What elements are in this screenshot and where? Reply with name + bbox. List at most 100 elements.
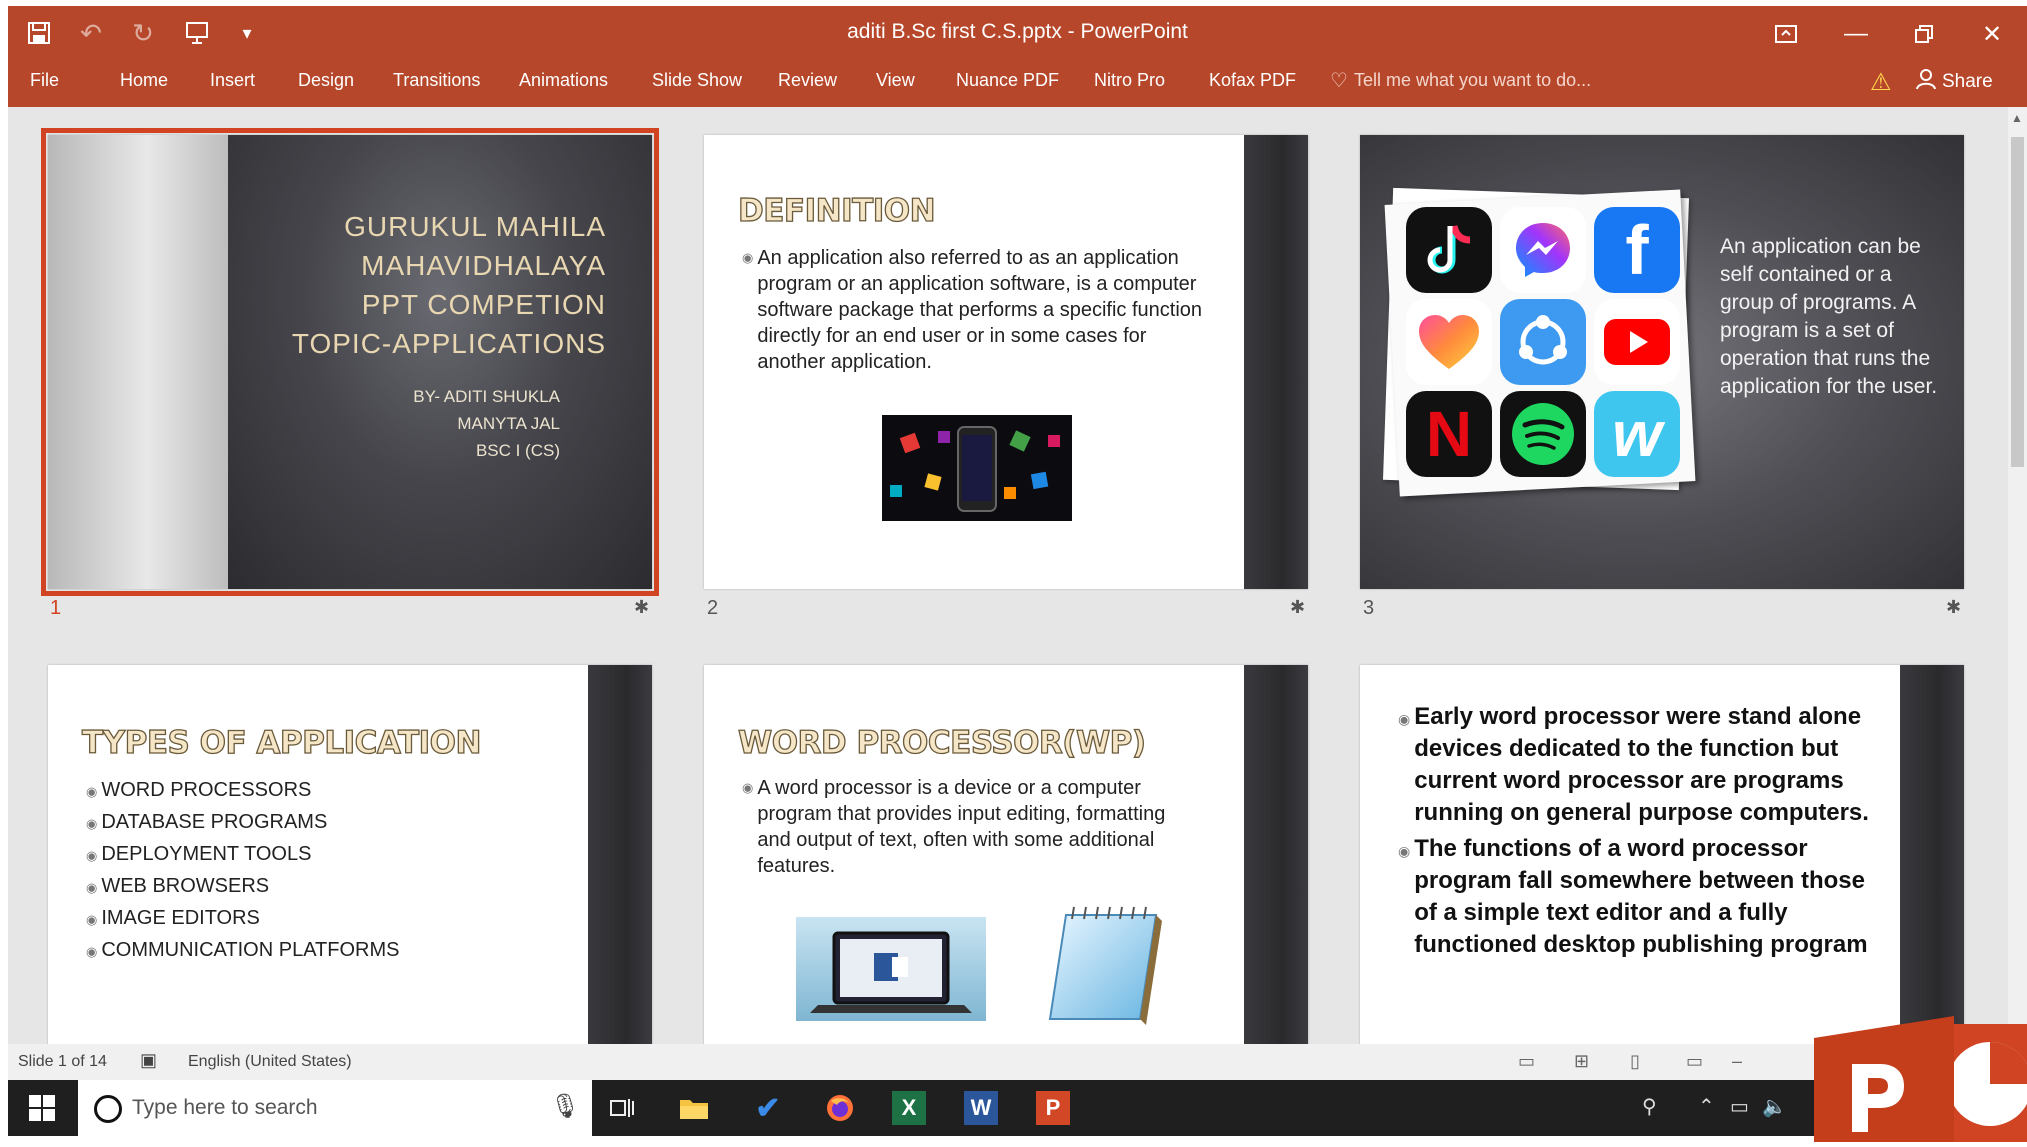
excel-icon[interactable]: X [892,1091,926,1125]
list-item: ◉ IMAGE EDITORS [86,903,400,935]
tab-view[interactable]: View [876,70,915,91]
slide-3-body: An application can be self contained or … [1720,235,1938,398]
slide-5-body: ◉ A word processor is a device or a comp… [742,775,1202,879]
bullet-icon: ◉ [86,848,98,863]
notepad-icon [1036,901,1172,1029]
microphone-icon[interactable]: 🎙 [550,1092,580,1121]
spell-check-icon[interactable]: ▣ [140,1050,157,1071]
slide-thumbnail-4[interactable]: TYPES OF APPLICATION ◉ WORD PROCESSORS ◉ D… [48,665,652,1044]
ribbon-display-options-icon[interactable] [1764,14,1808,54]
bullet-text: IMAGE EDITORS [101,907,260,929]
tab-nitro-pro[interactable]: Nitro Pro [1094,70,1165,91]
tab-transitions[interactable]: Transitions [393,70,480,91]
heart-app-icon [1406,299,1492,385]
share-button[interactable]: Share [1916,68,1993,96]
tab-kofax-pdf[interactable]: Kofax PDF [1209,70,1296,91]
tab-review[interactable]: Review [778,70,837,91]
bullet-icon: ◉ [86,816,98,831]
slide-1-title-line: MAHAVIDHALAYA [361,250,606,281]
bullet-icon: ◉ [86,784,98,799]
close-button[interactable]: ✕ [1970,14,2014,54]
warning-icon[interactable]: ⚠ [1870,68,1892,97]
youtube-icon [1594,299,1680,385]
file-explorer-icon[interactable] [674,1088,714,1128]
messenger-icon [1500,207,1586,293]
firefox-icon[interactable] [820,1088,860,1128]
list-item: ◉ WORD PROCESSORS [86,775,400,807]
slide-thumbnail-2[interactable]: DEFINITION ◉ An application also referre… [704,135,1308,589]
slide-thumbnail-1[interactable]: GURUKUL MAHILA MAHAVIDHALAYA PPT COMPETI… [41,128,659,596]
taskbar-search-box[interactable]: Type here to search 🎙 [78,1080,592,1136]
slide-1-title-line: TOPIC-APPLICATIONS [291,328,606,359]
slide-2-body-text: An application also referred to as an ap… [757,247,1203,373]
language-indicator[interactable]: English (United States) [188,1053,352,1071]
laptop-word-image [796,917,986,1021]
slide-number-3: 3 [1363,597,1375,619]
bullet-icon: ◉ [1398,843,1411,859]
slide-1-title-line: PPT COMPETION [361,289,606,320]
ribbon-tabs: File Home Insert Design Transitions Anim… [8,62,2027,107]
status-bar: Slide 1 of 14 ▣ English (United States) … [8,1044,2027,1080]
normal-view-icon[interactable]: ▭ [1518,1051,1540,1071]
word-icon[interactable]: W [964,1091,998,1125]
bullet-icon: ◉ [86,912,98,927]
slide-5-body-text: A word processor is a device or a comput… [757,777,1166,877]
paragraph-text: Early word processor were stand alone de… [1414,703,1869,826]
tab-slide-show[interactable]: Slide Show [652,70,742,91]
tab-home[interactable]: Home [120,70,168,91]
volume-icon[interactable]: 🔈 [1762,1094,1787,1119]
slide-thumbnail-6[interactable]: ◉ Early word processor were stand alone d… [1360,665,1964,1044]
scrollbar-thumb[interactable] [2011,137,2024,467]
tab-insert[interactable]: Insert [210,70,255,91]
vertical-scrollbar[interactable]: ▲ [2008,107,2027,1044]
cortana-icon [94,1095,122,1123]
zoom-out-icon[interactable]: – [1732,1051,1754,1071]
transition-star-icon[interactable]: ✱ [1290,597,1305,618]
todo-check-icon[interactable]: ✔ [748,1088,788,1128]
tab-design[interactable]: Design [298,70,354,91]
byline-line: BSC I (CS) [475,441,560,460]
tiktok-icon [1406,207,1492,293]
slide-2-title: DEFINITION [737,192,936,229]
search-placeholder: Type here to search [132,1096,318,1119]
byline-line: BY- ADITI SHUKLA [413,387,560,406]
slide-thumbnail-3[interactable]: f N w An application can be self contain… [1360,135,1964,589]
window-title: aditi B.Sc first C.S.pptx - PowerPoint [847,20,1188,43]
people-icon[interactable]: ⚲ [1642,1094,1657,1119]
list-item: ◉ The functions of a word processor progr… [1398,833,1878,961]
transition-star-icon[interactable]: ✱ [1946,597,1961,618]
scroll-up-icon[interactable]: ▲ [2011,111,2023,125]
windows-start-button[interactable] [14,1080,70,1136]
slide-sorter-view-icon[interactable]: ⊞ [1574,1051,1596,1071]
task-view-icon[interactable] [602,1088,642,1128]
bullet-text: WORD PROCESSORS [101,779,312,801]
show-hidden-icons-icon[interactable]: ⌃ [1698,1094,1715,1119]
slide-show-view-icon[interactable]: ▭ [1686,1051,1708,1071]
reading-view-icon[interactable]: ▯ [1630,1051,1652,1071]
tell-me-search[interactable]: Tell me what you want to do... [1354,70,1591,91]
slide-2-body: ◉ An application also referred to as an … [742,245,1212,375]
network-icon[interactable]: ▭ [1730,1094,1749,1119]
bullet-icon: ◉ [742,250,754,265]
bullet-icon: ◉ [742,780,754,795]
slide-number-1: 1 [50,597,62,619]
transition-star-icon[interactable]: ✱ [634,597,649,618]
powerpoint-logo [1814,1010,2027,1142]
list-item: ◉ COMMUNICATION PLATFORMS [86,935,400,967]
slide-4-dark-band [588,665,652,1044]
powerpoint-taskbar-icon[interactable]: P [1036,1091,1070,1125]
slide-counter: Slide 1 of 14 [18,1053,107,1070]
tab-nuance-pdf[interactable]: Nuance PDF [956,70,1059,91]
minimize-button[interactable]: — [1834,14,1878,54]
tab-animations[interactable]: Animations [519,70,608,91]
slide-sorter: GURUKUL MAHILA MAHAVIDHALAYA PPT COMPETI… [8,107,2008,1044]
restore-button[interactable] [1902,14,1946,54]
slide-5-title: WORD PROCESSOR(WP) [737,724,1146,761]
slide-thumbnail-5[interactable]: WORD PROCESSOR(WP) ◉ A word processor is… [704,665,1308,1044]
bullet-text: DEPLOYMENT TOOLS [101,843,312,865]
slide-1-byline: BY- ADITI SHUKLA MANYTA JAL BSC I (CS) [413,383,560,464]
slide-5-dark-band [1244,665,1308,1044]
slide-2-dark-band [1244,135,1308,589]
tab-file[interactable]: File [30,70,59,91]
title-bar: ↶ ↻ ▾ aditi B.Sc first C.S.pptx - PowerP… [8,6,2027,62]
